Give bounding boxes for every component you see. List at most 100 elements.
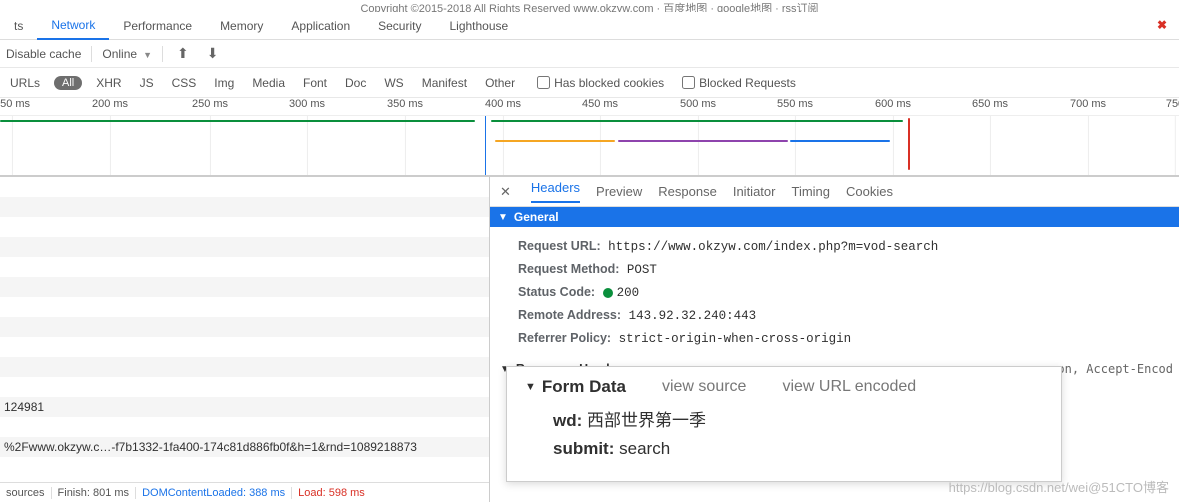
tab-security[interactable]: Security [364,13,435,39]
tab-performance[interactable]: Performance [109,13,206,39]
list-item[interactable] [0,297,489,317]
list-item[interactable] [0,377,489,397]
timeline-tick: 350 ms [387,98,423,110]
list-item[interactable] [0,217,489,237]
view-url-encoded-link[interactable]: view URL encoded [782,378,916,396]
throttling-dropdown[interactable]: Online▼ [102,47,152,61]
list-item[interactable] [0,177,489,197]
blocked-cookies-checkbox[interactable]: Has blocked cookies [537,76,664,90]
filter-media[interactable]: Media [248,74,289,92]
timeline-tick: 150 ms [0,98,30,110]
timeline-bar [495,140,615,142]
tab-preview[interactable]: Preview [596,184,642,199]
filter-ws[interactable]: WS [380,74,407,92]
chevron-down-icon: ▼ [498,212,508,223]
truncated-response-text: on, Accept-Encod [1057,362,1173,376]
tab-cookies[interactable]: Cookies [846,184,893,199]
download-icon[interactable]: ⬇ [203,45,223,62]
network-timeline[interactable]: 150 ms200 ms250 ms300 ms350 ms400 ms450 … [0,98,1179,176]
network-toolbar: Disable cache Online▼ ⬆ ⬇ [0,40,1179,68]
timeline-tick: 750 [1166,98,1179,110]
timeline-bar [491,120,903,122]
form-submit-value: search [619,439,670,458]
status-code-value: 200 [617,286,640,300]
request-method-value: POST [627,263,657,277]
filter-img[interactable]: Img [210,74,238,92]
request-list[interactable]: 124981 %2Fwww.okzyw.c…-f7b1332-1fa400-174… [0,177,490,502]
timeline-tick: 250 ms [192,98,228,110]
separator [91,46,92,62]
form-wd-key: wd: [553,411,582,430]
filter-font[interactable]: Font [299,74,331,92]
finish-time: Finish: 801 ms [58,487,130,499]
list-item[interactable]: %2Fwww.okzyw.c…-f7b1332-1fa400-174c81d88… [0,437,489,457]
detail-tabs: ✕ Headers Preview Response Initiator Tim… [490,177,1179,207]
filter-other[interactable]: Other [481,74,519,92]
disable-cache-toggle[interactable]: Disable cache [6,47,81,61]
remote-address-key: Remote Address: [518,308,621,322]
form-data-callout: ▼ Form Data view source view URL encoded… [506,366,1062,482]
list-item[interactable] [0,317,489,337]
referrer-policy-key: Referrer Policy: [518,331,611,345]
list-item[interactable] [0,237,489,257]
timeline-tick: 650 ms [972,98,1008,110]
form-data-title[interactable]: ▼ Form Data [525,377,626,397]
form-wd-value: 西部世界第一季 [587,411,706,430]
list-item[interactable] [0,357,489,377]
sources-label: sources [6,487,45,499]
remote-address-value: 143.92.32.240:443 [629,309,757,323]
timeline-bar [618,140,788,142]
tab-network[interactable]: Network [37,12,109,40]
timeline-bar [790,140,890,142]
filter-all[interactable]: All [54,76,82,90]
timeline-tick: 400 ms [485,98,521,110]
timeline-bar [0,120,475,122]
filter-js[interactable]: JS [136,74,158,92]
list-item[interactable] [0,257,489,277]
separator [162,46,163,62]
status-bar: sources Finish: 801 ms DOMContentLoaded:… [0,482,489,502]
status-code-key: Status Code: [518,285,595,299]
tab-memory[interactable]: Memory [206,13,277,39]
filter-xhr[interactable]: XHR [92,74,125,92]
view-source-link[interactable]: view source [662,378,746,396]
tab-application[interactable]: Application [277,13,364,39]
status-dot-icon [603,288,613,298]
close-icon[interactable]: ✖ [1157,18,1171,32]
timeline-tick: 500 ms [680,98,716,110]
referrer-policy-value: strict-origin-when-cross-origin [619,332,852,346]
selection-start-line [485,116,486,176]
upload-icon[interactable]: ⬆ [173,45,193,62]
request-url-value: https://www.okzyw.com/index.php?m=vod-se… [608,240,938,254]
tab-console-partial[interactable]: ts [0,13,37,39]
list-item[interactable] [0,417,489,437]
timeline-tick: 600 ms [875,98,911,110]
list-item[interactable] [0,277,489,297]
tab-initiator[interactable]: Initiator [733,184,776,199]
chevron-down-icon: ▼ [525,381,536,393]
filter-doc[interactable]: Doc [341,74,370,92]
section-general[interactable]: ▼ General [490,207,1179,227]
hide-data-urls-label: URLs [6,74,44,92]
tab-response[interactable]: Response [658,184,717,199]
request-url-key: Request URL: [518,239,601,253]
tab-timing[interactable]: Timing [791,184,830,199]
list-item[interactable]: 124981 [0,397,489,417]
filter-manifest[interactable]: Manifest [418,74,471,92]
timeline-tick: 550 ms [777,98,813,110]
tab-headers[interactable]: Headers [531,180,580,203]
timeline-tick: 450 ms [582,98,618,110]
filter-css[interactable]: CSS [168,74,201,92]
form-submit-key: submit: [553,439,614,458]
list-item[interactable] [0,337,489,357]
tab-lighthouse[interactable]: Lighthouse [435,13,522,39]
domcontentloaded-time: DOMContentLoaded: 388 ms [142,487,285,499]
list-item[interactable] [0,197,489,217]
watermark: https://blog.csdn.net/wei@51CTO博客 [949,477,1169,496]
timeline-tick: 700 ms [1070,98,1106,110]
timeline-tick: 200 ms [92,98,128,110]
page-copyright: Copyright ©2015-2018 All Rights Reserved… [0,0,1179,12]
blocked-requests-checkbox[interactable]: Blocked Requests [682,76,796,90]
close-icon[interactable]: ✕ [500,184,511,200]
request-method-key: Request Method: [518,262,619,276]
